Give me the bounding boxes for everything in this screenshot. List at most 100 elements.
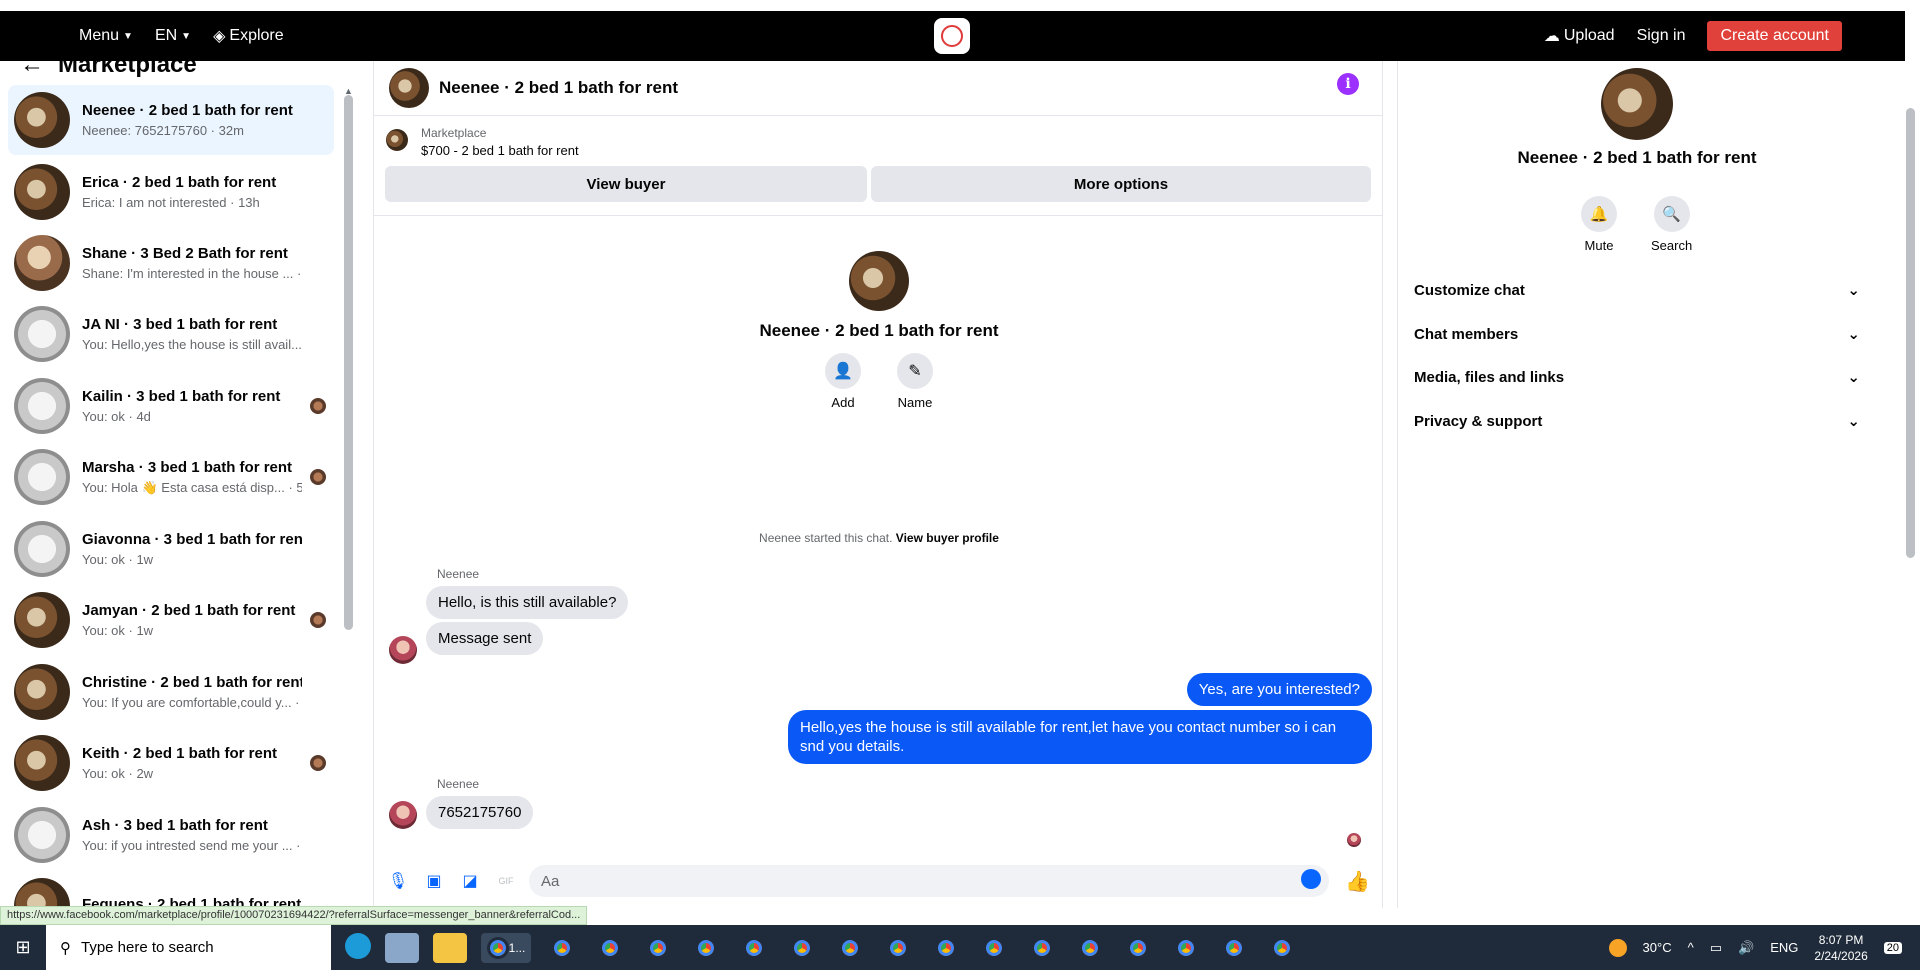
app-icon[interactable] xyxy=(385,932,419,963)
chrome-taskbar-item[interactable] xyxy=(1025,933,1059,963)
seen-avatar xyxy=(310,755,326,771)
temperature[interactable]: 30°C xyxy=(1643,940,1672,955)
chrome-taskbar-item[interactable]: 1... xyxy=(481,932,531,963)
conversation-item[interactable]: Keith · 2 bed 1 bath for rent You: ok · 2… xyxy=(8,728,334,798)
avatar xyxy=(14,306,70,362)
privacy-support-section[interactable]: Privacy & support ⌄ xyxy=(1414,401,1860,441)
name-button[interactable]: ✎ Name xyxy=(897,353,933,410)
image-icon[interactable]: ▣ xyxy=(422,869,446,893)
conversation-item[interactable]: Feguens · 2 bed 1 bath for rent xyxy=(8,871,334,908)
conversation-item[interactable]: JA NI · 3 bed 1 bath for rent You: Hello,… xyxy=(8,299,334,369)
conversation-item[interactable]: Giavonna · 3 bed 1 bath for rent You: ok … xyxy=(8,514,334,584)
chrome-taskbar-item[interactable] xyxy=(1169,933,1203,963)
microphone-icon[interactable]: 🎙 xyxy=(386,869,410,893)
view-buyer-button[interactable]: View buyer xyxy=(385,166,867,202)
chrome-taskbar-item[interactable] xyxy=(881,933,915,963)
avatar xyxy=(14,664,70,720)
conversation-item[interactable]: Ash · 3 bed 1 bath for rent You: if you i… xyxy=(8,800,334,870)
conversation-item[interactable]: Marsha · 3 bed 1 bath for rent You: Hola … xyxy=(8,442,334,512)
chrome-taskbar-item[interactable] xyxy=(1265,933,1299,963)
marketplace-header: ← Marketplace xyxy=(20,61,197,79)
chrome-taskbar-item[interactable] xyxy=(977,933,1011,963)
sign-in-link[interactable]: Sign in xyxy=(1637,27,1686,45)
chrome-taskbar-item[interactable] xyxy=(545,933,579,963)
chrome-taskbar-item[interactable] xyxy=(1217,933,1251,963)
chrome-taskbar-item[interactable] xyxy=(929,933,963,963)
explore-button[interactable]: ◈ Explore xyxy=(213,26,284,46)
taskbar-search[interactable]: ⚲ Type here to search xyxy=(46,925,331,970)
chrome-icon xyxy=(791,936,813,959)
avatar xyxy=(849,251,909,311)
chat-title[interactable]: Neenee · 2 bed 1 bath for rent xyxy=(439,78,678,98)
upload-button[interactable]: ☁ Upload xyxy=(1544,26,1615,46)
create-account-button[interactable]: Create account xyxy=(1707,21,1842,51)
listing-price[interactable]: $700 - 2 bed 1 bath for rent xyxy=(421,143,579,158)
media-files-links-section[interactable]: Media, files and links ⌄ xyxy=(1414,357,1860,397)
system-tray: 30°C ^ ▭ 🔊 ENG 8:07 PM 2/24/2026 20 xyxy=(1608,925,1902,970)
chrome-taskbar-item[interactable] xyxy=(785,933,819,963)
mute-button[interactable]: 🔔 Mute xyxy=(1581,196,1617,253)
conversation-item[interactable]: Shane · 3 Bed 2 Bath for rent Shane: I'm … xyxy=(8,228,334,298)
chevron-down-icon: ⌄ xyxy=(1847,413,1860,430)
language-button[interactable]: EN ▼ xyxy=(155,27,191,45)
chrome-taskbar-item[interactable] xyxy=(593,933,627,963)
sender-avatar[interactable] xyxy=(389,636,417,664)
incoming-message[interactable]: Hello, is this still available? xyxy=(426,586,629,619)
chrome-taskbar-item[interactable] xyxy=(833,933,867,963)
chrome-icon xyxy=(1127,936,1149,959)
view-buyer-profile-link[interactable]: View buyer profile xyxy=(896,531,999,545)
avatar[interactable] xyxy=(1601,68,1673,140)
page-title: Marketplace xyxy=(58,61,197,78)
chevron-down-icon: ⌄ xyxy=(1847,282,1860,299)
chrome-taskbar-item[interactable] xyxy=(737,933,771,963)
edge-icon[interactable] xyxy=(345,932,371,959)
menu-button[interactable]: Menu ▼ xyxy=(79,27,133,45)
incoming-message[interactable]: Message sent xyxy=(426,622,544,655)
chrome-taskbar-item[interactable] xyxy=(1121,933,1155,963)
top-bar: Menu ▼ EN ▼ ◈ Explore ☁ Upload Sign in Creat… xyxy=(0,11,1905,61)
notification-badge[interactable]: 20 xyxy=(1883,941,1902,954)
input-language[interactable]: ENG xyxy=(1770,940,1798,955)
seen-avatar xyxy=(310,398,326,414)
conversation-list-scrollbar[interactable] xyxy=(344,95,353,630)
avatar[interactable] xyxy=(389,68,429,108)
message-input[interactable]: Aa xyxy=(529,865,1329,897)
sticker-icon[interactable]: ◪ xyxy=(458,869,482,893)
chrome-taskbar-item[interactable] xyxy=(689,933,723,963)
weather-icon[interactable] xyxy=(1608,938,1627,957)
pencil-icon: ✎ xyxy=(897,353,933,389)
back-arrow-icon[interactable]: ← xyxy=(20,61,44,79)
gif-icon[interactable]: GIF xyxy=(494,869,518,893)
conversation-item[interactable]: Jamyan · 2 bed 1 bath for rent You: ok · … xyxy=(8,585,334,655)
info-icon[interactable]: i xyxy=(1337,73,1359,95)
chrome-taskbar-item[interactable] xyxy=(1073,933,1107,963)
outgoing-message[interactable]: Hello,yes the house is still available f… xyxy=(788,710,1372,764)
incoming-message[interactable]: 7652175760 xyxy=(426,796,534,829)
add-button[interactable]: 👤 Add xyxy=(825,353,861,410)
avatar xyxy=(14,878,70,908)
outgoing-message[interactable]: Yes, are you interested? xyxy=(1186,673,1372,706)
sender-avatar[interactable] xyxy=(389,801,417,829)
conversation-item[interactable]: Kailin · 3 bed 1 bath for rent You: ok · … xyxy=(8,371,334,441)
chat-members-section[interactable]: Chat members ⌄ xyxy=(1414,314,1860,354)
thumbs-up-icon[interactable]: 👍 xyxy=(1345,869,1370,894)
chat-intro: Neenee · 2 bed 1 bath for rent 👤 Add ✎ Nam… xyxy=(374,251,1384,410)
network-icon[interactable]: ▭ xyxy=(1710,940,1722,956)
more-options-button[interactable]: More options xyxy=(871,166,1371,202)
chevron-up-icon[interactable]: ^ xyxy=(1688,940,1694,955)
chrome-taskbar-item[interactable] xyxy=(641,933,675,963)
customize-chat-section[interactable]: Customize chat ⌄ xyxy=(1414,270,1860,310)
avatar xyxy=(14,735,70,791)
search-button[interactable]: 🔍 Search xyxy=(1651,196,1692,253)
file-explorer-icon[interactable] xyxy=(433,932,467,963)
conversation-item[interactable]: Erica · 2 bed 1 bath for rent Erica: I am… xyxy=(8,157,334,227)
conversation-item[interactable]: Christine · 2 bed 1 bath for rent You: If… xyxy=(8,657,334,727)
windows-start-icon[interactable]: ⊞ xyxy=(0,925,46,970)
conversation-item[interactable]: Neenee · 2 bed 1 bath for rent Neenee: 76… xyxy=(8,85,334,155)
page-scrollbar[interactable] xyxy=(1906,108,1915,558)
site-logo[interactable] xyxy=(934,18,970,54)
volume-icon[interactable]: 🔊 xyxy=(1738,940,1754,956)
clock[interactable]: 8:07 PM 2/24/2026 xyxy=(1814,932,1867,964)
avatar xyxy=(14,521,70,577)
emoji-icon[interactable] xyxy=(1301,869,1321,889)
